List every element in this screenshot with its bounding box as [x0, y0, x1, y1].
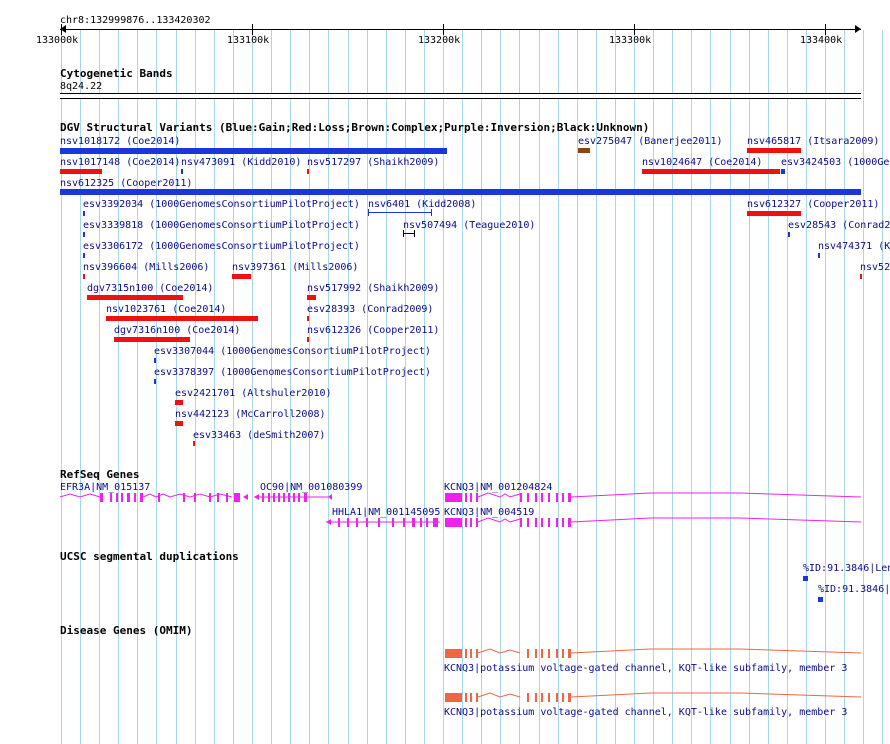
dgv-feature-label[interactable]: nsv507494 (Teague2010) — [403, 220, 535, 232]
dgv-feature-label[interactable]: esv2421701 (Altshuler2010) — [175, 388, 332, 400]
dgv-feature-label[interactable]: esv3378397 (1000GenomesConsortiumPilotPr… — [154, 367, 431, 379]
dgv-feature-label[interactable]: nsv517992 (Shaikh2009) — [307, 283, 439, 295]
segdup-feature-bar[interactable] — [803, 576, 808, 581]
dgv-feature-bar[interactable] — [114, 337, 190, 342]
refseq-gene-label[interactable]: KCNQ3|NM_004519 — [444, 507, 534, 519]
genome-browser: chr8:132999876..133420302 133000k 133100k… — [0, 0, 890, 744]
refseq-gene-label[interactable]: OC90|NM_001080399 — [260, 482, 362, 494]
dgv-feature-label[interactable]: nsv1017148 (Coe2014) — [60, 157, 180, 169]
refseq-gene-label[interactable]: EFR3A|NM_015137 — [60, 482, 150, 494]
dgv-feature-label[interactable]: dgv7315n100 (Coe2014) — [87, 283, 213, 295]
dgv-feature-label[interactable]: esv3306172 (1000GenomesConsortiumPilotPr… — [83, 241, 360, 253]
dgv-feature-label[interactable]: nsv517297 (Shaikh2009) — [307, 157, 439, 169]
dgv-feature-bar[interactable] — [83, 274, 85, 279]
dgv-feature-label[interactable]: esv3339818 (1000GenomesConsortiumPilotPr… — [83, 220, 360, 232]
refseq-gene-label[interactable]: KCNQ3|NM_001204824 — [444, 482, 552, 494]
dgv-feature-bar[interactable] — [83, 232, 85, 237]
dgv-feature-bar[interactable] — [788, 232, 790, 237]
omim-item-label[interactable]: KCNQ3|potassium voltage-gated channel, K… — [444, 707, 847, 719]
dgv-feature-label[interactable]: nsv525066 (Shaikh2009) — [860, 262, 890, 274]
dgv-feature-bar[interactable] — [368, 209, 432, 216]
dgv-feature-bar[interactable] — [60, 189, 861, 195]
dgv-feature-bar[interactable] — [307, 316, 309, 321]
dgv-feature-label[interactable]: nsv465817 (Itsara2009) — [747, 136, 879, 148]
dgv-feature-label[interactable]: nsv397361 (Mills2006) — [232, 262, 358, 274]
dgv-feature-label[interactable]: nsv396604 (Mills2006) — [83, 262, 209, 274]
dgv-feature-bar[interactable] — [747, 211, 801, 216]
segdup-feature-label[interactable]: %ID:91.3846|Len:1125 — [818, 584, 890, 596]
dgv-feature-bar[interactable] — [83, 253, 85, 258]
dgv-feature-bar[interactable] — [154, 358, 156, 363]
dgv-feature-bar[interactable] — [578, 148, 590, 153]
dgv-feature-bar[interactable] — [232, 274, 251, 279]
dgv-feature-bar[interactable] — [747, 148, 801, 153]
refseq-gene-label[interactable]: HHLA1|NM_001145095 — [332, 507, 440, 519]
dgv-feature-bar[interactable] — [60, 169, 102, 174]
segdup-feature-label[interactable]: %ID:91.3846|Len:1125 — [803, 563, 890, 575]
dgv-feature-label[interactable]: esv33463 (deSmith2007) — [193, 430, 325, 442]
dgv-feature-bar[interactable] — [175, 400, 183, 405]
dgv-feature-bar[interactable] — [193, 441, 195, 446]
dgv-feature-bar[interactable] — [307, 295, 316, 300]
dgv-feature-label[interactable]: esv3424503 (1000GenomesConsortiumPilotPr… — [781, 157, 890, 169]
dgv-feature-label[interactable]: esv275047 (Banerjee2011) — [578, 136, 723, 148]
features-layer: nsv1018172 (Coe2014) esv275047 (Banerjee2… — [0, 0, 890, 744]
dgv-feature-bar[interactable] — [60, 148, 447, 154]
dgv-feature-bar[interactable] — [781, 169, 785, 174]
dgv-feature-bar[interactable] — [175, 421, 183, 426]
dgv-feature-bar[interactable] — [403, 230, 415, 237]
dgv-feature-label[interactable]: esv3307044 (1000GenomesConsortiumPilotPr… — [154, 346, 431, 358]
omim-item-label[interactable]: KCNQ3|potassium voltage-gated channel, K… — [444, 663, 847, 675]
dgv-feature-bar[interactable] — [83, 211, 85, 216]
dgv-feature-bar[interactable] — [860, 274, 862, 279]
dgv-feature-label[interactable]: nsv612326 (Cooper2011) — [307, 325, 439, 337]
dgv-feature-bar[interactable] — [106, 316, 258, 321]
dgv-feature-label[interactable]: nsv442123 (McCarroll2008) — [175, 409, 326, 421]
dgv-feature-label[interactable]: nsv1023761 (Coe2014) — [106, 304, 226, 316]
dgv-feature-label[interactable]: nsv612327 (Cooper2011) — [747, 199, 879, 211]
dgv-feature-bar[interactable] — [154, 379, 156, 384]
dgv-feature-label[interactable]: dgv7316n100 (Coe2014) — [114, 325, 240, 337]
dgv-feature-bar[interactable] — [818, 253, 820, 258]
dgv-feature-label[interactable]: nsv1018172 (Coe2014) — [60, 136, 180, 148]
dgv-feature-label[interactable]: esv28543 (Conrad2009) — [788, 220, 890, 232]
dgv-feature-label[interactable]: esv3392034 (1000GenomesConsortiumPilotPr… — [83, 199, 360, 211]
dgv-feature-bar[interactable] — [642, 169, 780, 174]
dgv-feature-bar[interactable] — [87, 295, 183, 300]
dgv-feature-label[interactable]: esv28393 (Conrad2009) — [307, 304, 433, 316]
dgv-feature-bar[interactable] — [307, 337, 309, 342]
dgv-feature-bar[interactable] — [181, 169, 183, 174]
dgv-feature-label[interactable]: nsv474371 (Kidd2010) — [818, 241, 890, 253]
segdup-feature-bar[interactable] — [818, 597, 823, 602]
dgv-feature-bar[interactable] — [307, 169, 309, 174]
dgv-feature-label[interactable]: nsv1024647 (Coe2014) — [642, 157, 762, 169]
dgv-feature-label[interactable]: nsv473091 (Kidd2010) — [181, 157, 301, 169]
